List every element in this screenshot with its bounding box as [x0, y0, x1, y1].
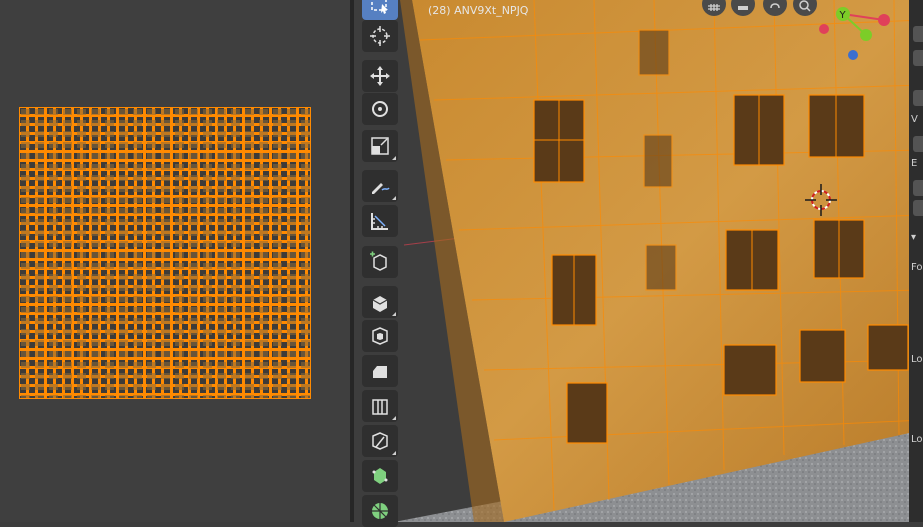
add-cube-tool[interactable]	[362, 246, 398, 278]
property-field[interactable]	[913, 90, 923, 106]
poly-build-tool[interactable]	[362, 460, 398, 492]
property-label: Fo	[911, 262, 923, 273]
uv-islands	[19, 107, 311, 399]
uv-editor-panel[interactable]	[0, 0, 350, 522]
move-tool[interactable]	[362, 60, 398, 92]
measure-tool[interactable]	[362, 205, 398, 237]
property-label: E	[911, 158, 918, 169]
property-field[interactable]	[913, 136, 923, 152]
select-box-tool[interactable]	[362, 0, 398, 20]
gizmo-y-label: Y	[839, 10, 847, 21]
rotate-tool[interactable]	[362, 93, 398, 125]
property-label: Lo	[911, 354, 923, 365]
property-field[interactable]	[913, 26, 923, 42]
property-label: V	[911, 114, 918, 125]
collapse-arrow-icon[interactable]: ▾	[911, 232, 916, 243]
cursor-tool[interactable]	[362, 20, 398, 52]
properties-panel[interactable]: V E ▾ Fo Lo Lo	[909, 0, 923, 522]
inset-tool[interactable]	[362, 320, 398, 352]
object-name-label: (28) ANV9Xt_NPJQ	[428, 4, 529, 17]
property-field[interactable]	[913, 180, 923, 196]
knife-tool[interactable]	[362, 425, 398, 457]
extrude-tool[interactable]	[362, 286, 398, 318]
spin-tool[interactable]	[362, 495, 398, 527]
uv-texture-image[interactable]	[19, 107, 311, 399]
orientation-gizmo[interactable]: Y	[810, 0, 900, 70]
tool-shelf	[360, 0, 402, 527]
annotate-tool[interactable]	[362, 170, 398, 202]
scale-tool[interactable]	[362, 130, 398, 162]
bevel-tool[interactable]	[362, 355, 398, 387]
loop-cut-tool[interactable]	[362, 390, 398, 422]
property-label: Lo	[911, 434, 923, 445]
3d-viewport[interactable]	[354, 0, 923, 522]
scene-render	[394, 0, 923, 522]
property-field[interactable]	[913, 50, 923, 66]
property-field[interactable]	[913, 200, 923, 216]
